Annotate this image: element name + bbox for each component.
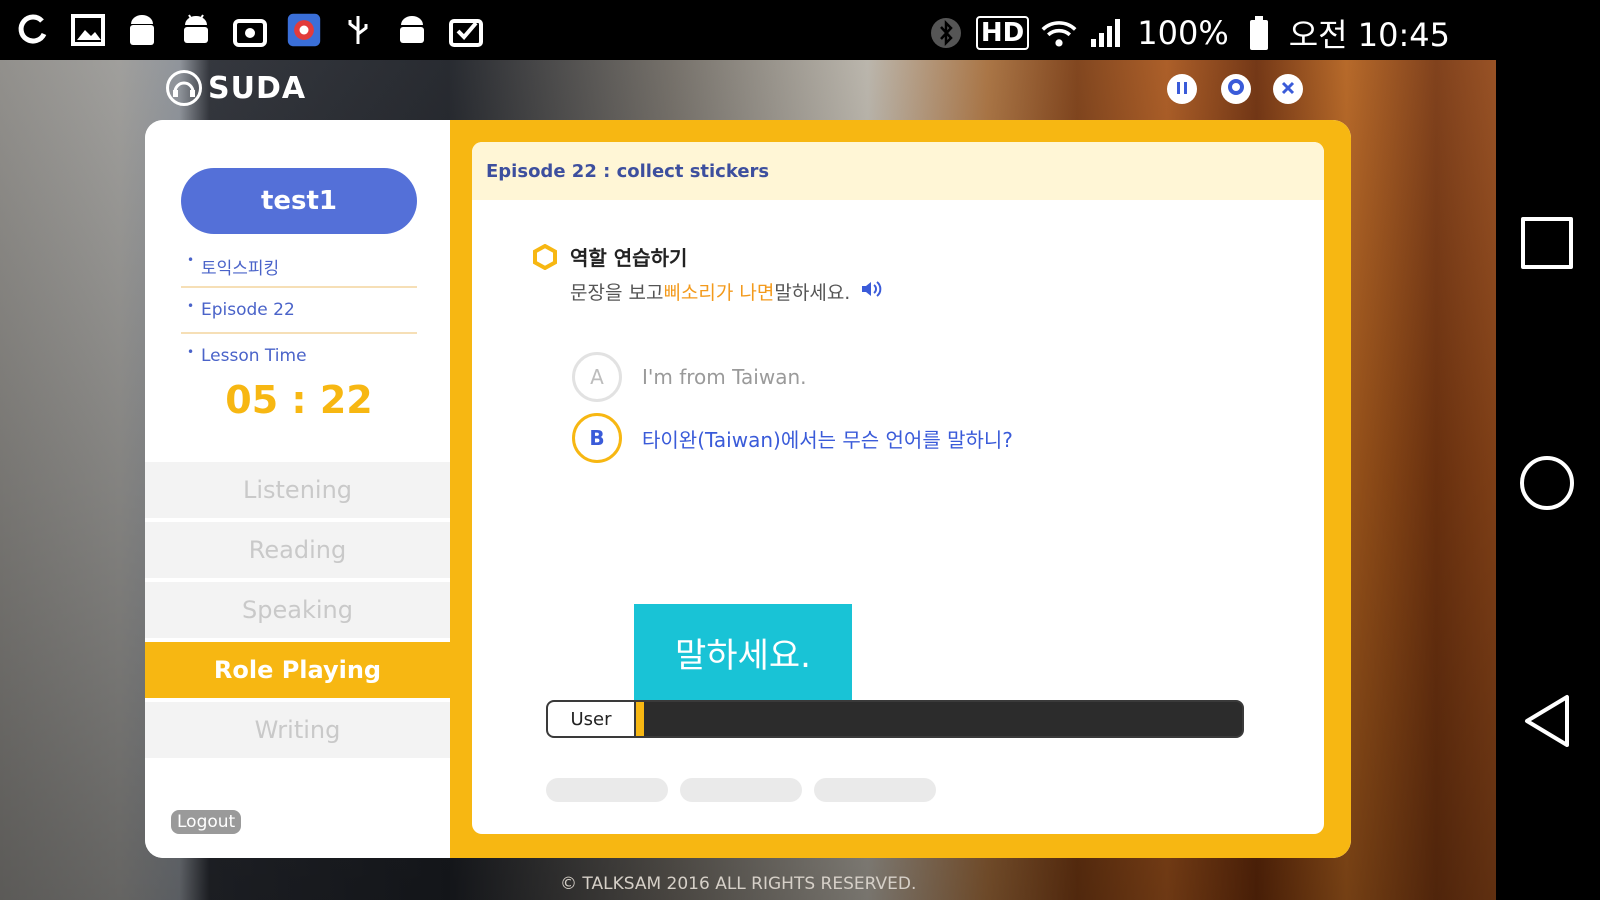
speaker-icon[interactable] [860,279,882,304]
step-indicators [546,778,936,802]
headset-icon [166,70,202,106]
pause-icon [1175,80,1189,99]
task-desc-highlight: 삐소리가 나면 [663,282,775,304]
menu-item-reading[interactable]: Reading [145,522,450,578]
step-indicator [680,778,802,802]
game-icon [286,12,322,48]
progress-user-label: User [548,702,636,736]
task-title: 역할 연습하기 [570,246,688,270]
close-button[interactable] [1273,74,1303,104]
store-icon [232,12,268,48]
check-box-icon [448,12,484,48]
task-desc-after: 말하세요. [774,282,851,304]
lesson-panel: Episode 22 : collect stickers 역할 연습하기 문장… [472,142,1324,834]
android-icon [124,12,160,48]
lesson-card: test1 토익스피킹 Episode 22 Lesson Time 05 : … [145,120,1351,858]
menu-item-role-playing[interactable]: Role Playing [145,642,450,698]
copyright-text: © TALKSAM 2016 ALL RIGHTS RESERVED. [560,874,917,894]
close-icon [1281,80,1295,99]
home-button[interactable] [1514,450,1580,516]
episode-title: Episode 22 : collect stickers [472,142,1324,200]
user-name-button[interactable]: test1 [181,168,417,234]
battery-icon [1241,15,1277,51]
brand-name: SUDA [208,70,307,106]
status-indicators: HD 100% 오전 10:45 [928,10,1450,56]
back-triangle-icon [1521,693,1573,753]
episode-name: Episode 22 [181,299,417,320]
bluetooth-icon [928,15,964,51]
pause-button[interactable] [1167,74,1197,104]
dialog-text-b: 타이완(Taiwan)에서는 무슨 언어를 말하니? [642,427,1013,452]
clock: 오전 10:45 [1288,16,1450,54]
circle-icon [1520,456,1574,510]
task-instructions: 문장을 보고 삐소리가 나면 말하세요. [570,278,882,305]
lesson-timer: 05 : 22 [225,378,373,422]
speak-prompt: 말하세요. [634,604,852,700]
wifi-icon [1041,15,1077,51]
hexagon-icon [532,243,558,271]
menu-item-writing[interactable]: Writing [145,702,450,758]
app-c-icon [16,12,52,48]
notification-icons [16,12,484,48]
course-name: 토익스피킹 [181,253,417,279]
usb-icon [340,12,376,48]
settings-button[interactable] [1221,74,1251,104]
lesson-time-label: Lesson Time [181,345,417,366]
signal-icon [1089,15,1125,51]
sidebar: test1 토익스피킹 Episode 22 Lesson Time 05 : … [145,120,450,858]
app-logo: SUDA [166,70,306,106]
divider [181,286,417,288]
battery-percent: 100% [1137,14,1229,52]
android-bot-icon [178,12,214,48]
dialog-line-a: A I'm from Taiwan. [572,352,807,402]
android-bot-2-icon [394,12,430,48]
step-indicator [814,778,936,802]
divider [181,332,417,334]
speaker-badge-b: B [572,413,622,463]
content-frame: Episode 22 : collect stickers 역할 연습하기 문장… [450,120,1351,858]
step-indicator [546,778,668,802]
speaker-badge-a: A [572,352,622,402]
android-nav-bar [1496,60,1600,900]
menu-item-listening[interactable]: Listening [145,462,450,518]
settings-icon [1227,78,1245,100]
back-button[interactable] [1514,690,1580,756]
gallery-icon [70,12,106,48]
menu-item-speaking[interactable]: Speaking [145,582,450,638]
progress-fill [636,702,644,736]
task-desc-before: 문장을 보고 [570,282,664,304]
hd-icon: HD [975,16,1030,50]
dialog-text-a: I'm from Taiwan. [642,365,807,389]
status-bar: HD 100% 오전 10:45 [0,0,1600,60]
recents-button[interactable] [1514,210,1580,276]
logout-button[interactable]: Logout [171,810,242,834]
recording-progress-bar: User [546,700,1244,738]
dialog-line-b: B 타이완(Taiwan)에서는 무슨 언어를 말하니? [572,413,1013,463]
square-icon [1521,217,1573,269]
lesson-menu: Listening Reading Speaking Role Playing … [145,462,450,762]
